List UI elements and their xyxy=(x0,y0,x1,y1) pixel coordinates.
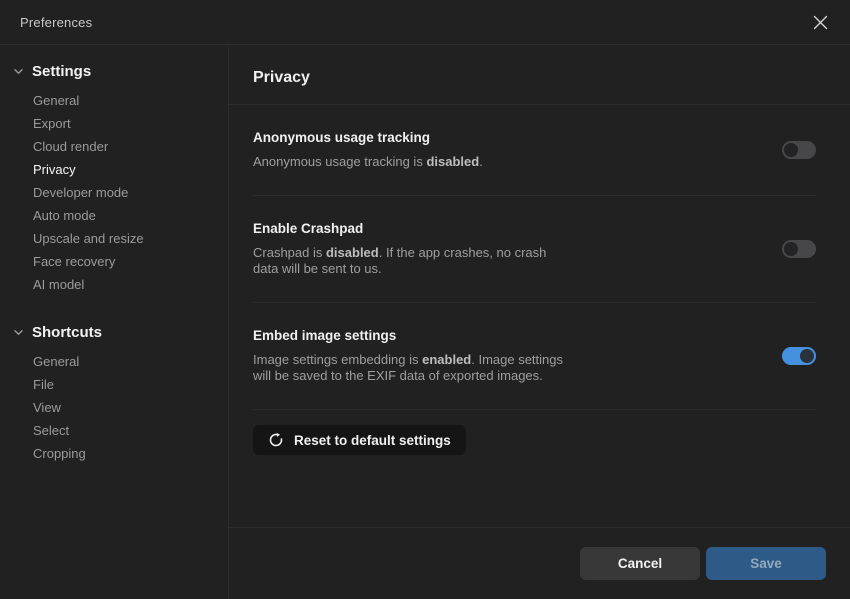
sidebar-item-ai-model[interactable]: AI model xyxy=(0,273,228,296)
dialog-footer: Cancel Save xyxy=(229,527,850,599)
sidebar: Settings General Export Cloud render Pri… xyxy=(0,45,229,599)
sidebar-item-shortcuts-file[interactable]: File xyxy=(0,373,228,396)
toggle-knob xyxy=(784,143,798,157)
sidebar-item-upscale-and-resize[interactable]: Upscale and resize xyxy=(0,227,228,250)
sidebar-item-shortcuts-general[interactable]: General xyxy=(0,350,228,373)
desc-text: . xyxy=(479,154,483,169)
desc-bold-text: disabled xyxy=(326,245,379,260)
setting-row-anonymous-tracking: Anonymous usage tracking Anonymous usage… xyxy=(253,105,816,196)
setting-title: Embed image settings xyxy=(253,328,782,343)
sidebar-item-general[interactable]: General xyxy=(0,89,228,112)
reset-button-label: Reset to default settings xyxy=(294,433,451,448)
dialog-body: Settings General Export Cloud render Pri… xyxy=(0,45,850,599)
sidebar-group-settings-header[interactable]: Settings xyxy=(0,59,228,83)
sidebar-group-shortcuts: Shortcuts General File View Select Cropp… xyxy=(0,320,228,465)
sidebar-item-developer-mode[interactable]: Developer mode xyxy=(0,181,228,204)
reset-section: Reset to default settings xyxy=(253,410,816,455)
page-title: Privacy xyxy=(253,69,310,87)
titlebar: Preferences xyxy=(0,0,850,45)
sidebar-item-privacy[interactable]: Privacy xyxy=(0,158,228,181)
sidebar-item-shortcuts-select[interactable]: Select xyxy=(0,419,228,442)
desc-text: Image settings embedding is xyxy=(253,352,422,367)
toggle-enable-crashpad[interactable] xyxy=(782,240,816,258)
refresh-icon xyxy=(268,432,284,448)
sidebar-group-shortcuts-header[interactable]: Shortcuts xyxy=(0,320,228,344)
sidebar-item-shortcuts-view[interactable]: View xyxy=(0,396,228,419)
sidebar-item-shortcuts-cropping[interactable]: Cropping xyxy=(0,442,228,465)
page-header: Privacy xyxy=(229,45,850,105)
sidebar-group-label: Shortcuts xyxy=(32,324,102,341)
setting-title: Enable Crashpad xyxy=(253,221,782,236)
sidebar-group-label: Settings xyxy=(32,63,91,80)
setting-info: Anonymous usage tracking Anonymous usage… xyxy=(253,130,782,170)
close-button[interactable] xyxy=(806,8,834,36)
setting-row-embed-image-settings: Embed image settings Image settings embe… xyxy=(253,303,816,410)
reset-to-defaults-button[interactable]: Reset to default settings xyxy=(253,425,466,455)
setting-title: Anonymous usage tracking xyxy=(253,130,782,145)
preferences-dialog: Preferences Settings G xyxy=(0,0,850,599)
desc-text: Anonymous usage tracking is xyxy=(253,154,426,169)
toggle-knob xyxy=(800,349,814,363)
settings-list: Anonymous usage tracking Anonymous usage… xyxy=(229,105,850,527)
chevron-down-icon xyxy=(12,65,25,78)
toggle-knob xyxy=(784,242,798,256)
setting-row-enable-crashpad: Enable Crashpad Crashpad is disabled. If… xyxy=(253,196,816,303)
desc-bold-text: disabled xyxy=(426,154,479,169)
setting-description: Anonymous usage tracking is disabled. xyxy=(253,154,565,170)
setting-info: Embed image settings Image settings embe… xyxy=(253,328,782,384)
desc-bold-text: enabled xyxy=(422,352,471,367)
sidebar-item-auto-mode[interactable]: Auto mode xyxy=(0,204,228,227)
toggle-anonymous-tracking[interactable] xyxy=(782,141,816,159)
setting-description: Image settings embedding is enabled. Ima… xyxy=(253,352,565,384)
sidebar-group-settings: Settings General Export Cloud render Pri… xyxy=(0,59,228,296)
sidebar-item-cloud-render[interactable]: Cloud render xyxy=(0,135,228,158)
main-panel: Privacy Anonymous usage tracking Anonymo… xyxy=(229,45,850,599)
desc-text: Crashpad is xyxy=(253,245,326,260)
sidebar-item-face-recovery[interactable]: Face recovery xyxy=(0,250,228,273)
close-icon xyxy=(812,14,829,31)
save-button[interactable]: Save xyxy=(706,547,826,580)
cancel-button[interactable]: Cancel xyxy=(580,547,700,580)
setting-info: Enable Crashpad Crashpad is disabled. If… xyxy=(253,221,782,277)
toggle-embed-image-settings[interactable] xyxy=(782,347,816,365)
chevron-down-icon xyxy=(12,326,25,339)
dialog-title: Preferences xyxy=(20,15,92,30)
setting-description: Crashpad is disabled. If the app crashes… xyxy=(253,245,565,277)
sidebar-item-export[interactable]: Export xyxy=(0,112,228,135)
